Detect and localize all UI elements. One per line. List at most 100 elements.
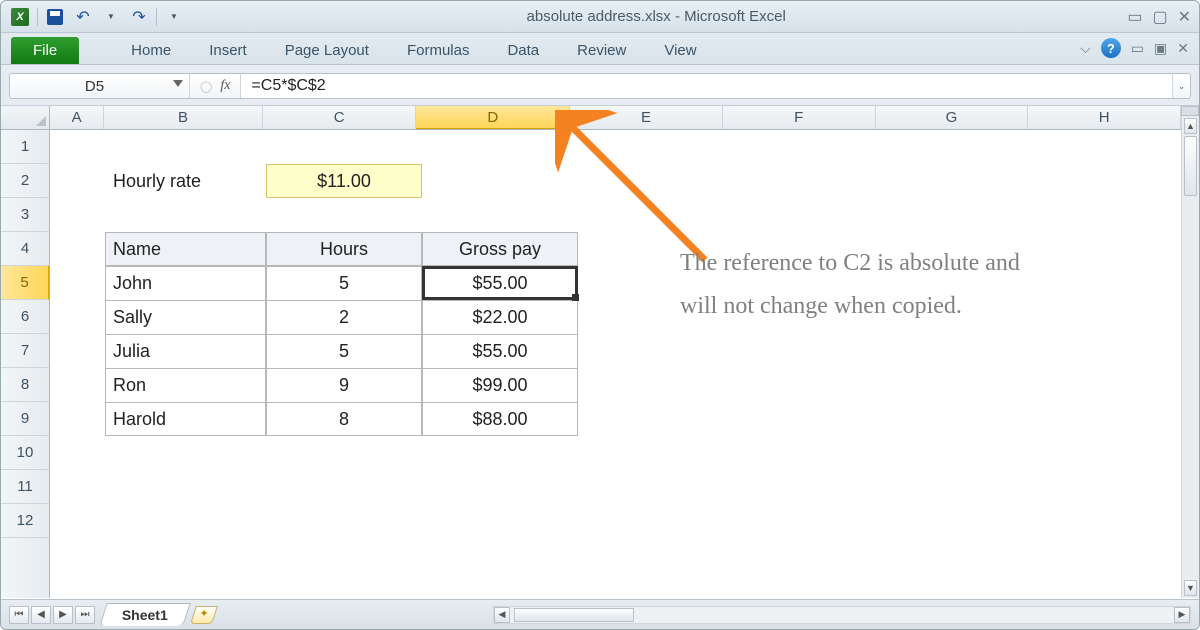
row-header-3[interactable]: 3 xyxy=(1,198,49,232)
column-headers: A B C D E F G H xyxy=(50,106,1181,130)
scroll-down-icon[interactable]: ▼ xyxy=(1184,580,1197,596)
col-header-g[interactable]: G xyxy=(876,106,1029,129)
select-all-button[interactable] xyxy=(1,106,50,130)
save-icon[interactable] xyxy=(44,6,66,28)
excel-logo-icon[interactable] xyxy=(9,6,31,28)
row-header-1[interactable]: 1 xyxy=(1,130,49,164)
row-header-8[interactable]: 8 xyxy=(1,368,49,402)
col-header-a[interactable]: A xyxy=(50,106,104,129)
cell-area[interactable]: Hourly rate $11.00 Name Hours Gross pay … xyxy=(50,130,1181,598)
tab-insert[interactable]: Insert xyxy=(203,37,253,64)
cell-c5[interactable]: 5 xyxy=(266,266,422,300)
qat-customize-icon[interactable]: ▼ xyxy=(163,6,185,28)
redo-icon[interactable]: ↷ xyxy=(128,6,150,28)
doc-close-icon[interactable]: ✕ xyxy=(1177,40,1189,57)
undo-icon[interactable]: ↶ xyxy=(72,6,94,28)
name-box-value: D5 xyxy=(85,78,104,95)
scroll-up-icon[interactable]: ▲ xyxy=(1184,118,1197,134)
row-header-2[interactable]: 2 xyxy=(1,164,49,198)
formula-expand-icon[interactable]: ⌄ xyxy=(1172,74,1190,98)
cell-d9[interactable]: $88.00 xyxy=(422,402,578,436)
cell-c9[interactable]: 8 xyxy=(266,402,422,436)
vertical-split-handle[interactable] xyxy=(1181,106,1199,116)
cell-c6[interactable]: 2 xyxy=(266,300,422,334)
minimize-icon[interactable]: ▭ xyxy=(1127,7,1142,27)
spreadsheet-grid[interactable]: A B C D E F G H 1 2 3 4 5 6 7 8 9 10 11 … xyxy=(1,106,1199,598)
window-controls: ▭ ▢ ✕ xyxy=(1127,7,1191,27)
sheet-first-icon[interactable]: ⏮ xyxy=(9,606,29,624)
col-header-e[interactable]: E xyxy=(570,106,723,129)
col-header-b[interactable]: B xyxy=(104,106,263,129)
tab-home[interactable]: Home xyxy=(125,37,177,64)
new-sheet-icon[interactable] xyxy=(190,606,218,624)
sheet-tab-bar: ⏮ ◀ ▶ ⏭ Sheet1 ◀ ▶ xyxy=(1,599,1199,629)
ribbon-tabs: File Home Insert Page Layout Formulas Da… xyxy=(1,33,1199,65)
cell-c8[interactable]: 9 xyxy=(266,368,422,402)
vertical-scrollbar[interactable]: ▲ ▼ xyxy=(1181,106,1199,598)
sheet-next-icon[interactable]: ▶ xyxy=(53,606,73,624)
sheet-nav-buttons: ⏮ ◀ ▶ ⏭ xyxy=(9,606,95,624)
formula-bar-area: D5 ◯ fx =C5*$C$2 ⌄ xyxy=(1,65,1199,106)
tab-page-layout[interactable]: Page Layout xyxy=(279,37,375,64)
help-icon[interactable]: ? xyxy=(1101,38,1121,58)
fx-icon[interactable]: fx xyxy=(220,78,230,94)
row-header-12[interactable]: 12 xyxy=(1,504,49,538)
tab-formulas[interactable]: Formulas xyxy=(401,37,476,64)
cell-c2[interactable]: $11.00 xyxy=(266,164,422,198)
doc-minimize-icon[interactable]: ▭ xyxy=(1131,40,1144,57)
scroll-right-icon[interactable]: ▶ xyxy=(1174,607,1190,623)
cell-b7[interactable]: Julia xyxy=(105,334,266,368)
cell-b6[interactable]: Sally xyxy=(105,300,266,334)
formula-bar: D5 ◯ fx =C5*$C$2 ⌄ xyxy=(9,73,1191,99)
cell-b5[interactable]: John xyxy=(105,266,266,300)
fx-button-area: ◯ fx xyxy=(190,74,241,98)
row-header-6[interactable]: 6 xyxy=(1,300,49,334)
row-header-11[interactable]: 11 xyxy=(1,470,49,504)
name-box[interactable]: D5 xyxy=(10,74,190,98)
row-header-4[interactable]: 4 xyxy=(1,232,49,266)
scroll-left-icon[interactable]: ◀ xyxy=(494,607,510,623)
sheet-tab-sheet1[interactable]: Sheet1 xyxy=(99,603,190,626)
cell-d5[interactable]: $55.00 xyxy=(425,269,575,297)
file-tab[interactable]: File xyxy=(11,37,79,64)
cell-b4[interactable]: Name xyxy=(105,232,266,266)
doc-restore-icon[interactable]: ▣ xyxy=(1154,40,1167,57)
row-header-9[interactable]: 9 xyxy=(1,402,49,436)
row-header-7[interactable]: 7 xyxy=(1,334,49,368)
horizontal-scrollbar[interactable]: ◀ ▶ xyxy=(493,606,1191,624)
sheet-last-icon[interactable]: ⏭ xyxy=(75,606,95,624)
col-header-h[interactable]: H xyxy=(1028,106,1181,129)
cell-b8[interactable]: Ron xyxy=(105,368,266,402)
formula-input[interactable]: =C5*$C$2 xyxy=(241,74,1172,98)
col-header-c[interactable]: C xyxy=(263,106,417,129)
cell-d8[interactable]: $99.00 xyxy=(422,368,578,402)
cell-c4[interactable]: Hours xyxy=(266,232,422,266)
selected-cell-d5[interactable]: $55.00 xyxy=(422,266,578,300)
row-header-5[interactable]: 5 xyxy=(1,266,49,300)
window-title: absolute address.xlsx - Microsoft Excel xyxy=(185,8,1127,25)
row-header-10[interactable]: 10 xyxy=(1,436,49,470)
tab-view[interactable]: View xyxy=(658,37,702,64)
tab-review[interactable]: Review xyxy=(571,37,632,64)
hscroll-thumb[interactable] xyxy=(514,608,634,622)
undo-dropdown-icon[interactable]: ▼ xyxy=(100,6,122,28)
ribbon-minimize-icon[interactable]: ⌵ xyxy=(1080,40,1091,57)
cell-b2[interactable]: Hourly rate xyxy=(105,164,266,198)
maximize-icon[interactable]: ▢ xyxy=(1152,7,1167,27)
cell-d7[interactable]: $55.00 xyxy=(422,334,578,368)
cell-d4[interactable]: Gross pay xyxy=(422,232,578,266)
tab-data[interactable]: Data xyxy=(501,37,545,64)
vscroll-thumb[interactable] xyxy=(1184,136,1197,196)
close-icon[interactable]: ✕ xyxy=(1178,7,1191,27)
chevron-down-icon[interactable] xyxy=(173,80,183,87)
col-header-d[interactable]: D xyxy=(416,106,570,129)
cell-b9[interactable]: Harold xyxy=(105,402,266,436)
sheet-prev-icon[interactable]: ◀ xyxy=(31,606,51,624)
cell-d6[interactable]: $22.00 xyxy=(422,300,578,334)
cell-c7[interactable]: 5 xyxy=(266,334,422,368)
annotation-text: The reference to C2 is absolute and will… xyxy=(680,242,1020,328)
col-header-f[interactable]: F xyxy=(723,106,876,129)
excel-window: ↶ ▼ ↷ ▼ absolute address.xlsx - Microsof… xyxy=(0,0,1200,630)
quick-access-toolbar: ↶ ▼ ↷ ▼ xyxy=(9,6,185,28)
titlebar: ↶ ▼ ↷ ▼ absolute address.xlsx - Microsof… xyxy=(1,1,1199,33)
